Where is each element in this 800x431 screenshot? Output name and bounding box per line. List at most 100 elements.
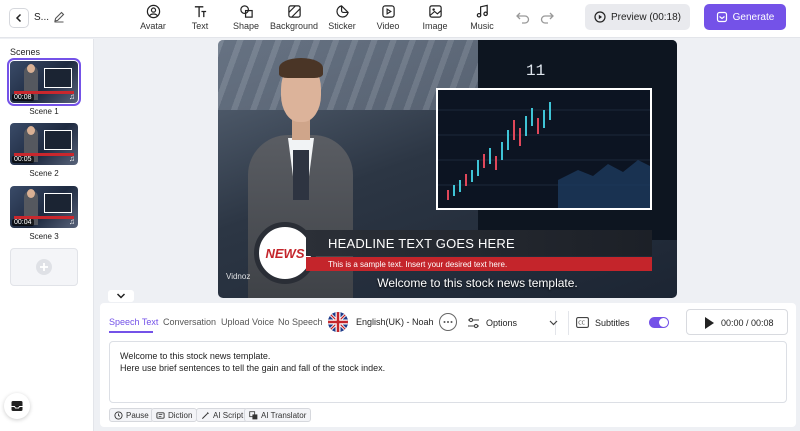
thumbnail-screen xyxy=(44,193,72,213)
scenes-sidebar: Scenes 00:08 ♫ Scene 1 00:05 ♫ Scene 2 0… xyxy=(0,39,94,431)
tool-image[interactable]: Image xyxy=(411,4,459,34)
tab-no-speech[interactable]: No Speech xyxy=(278,317,323,327)
background-icon xyxy=(287,5,301,18)
add-scene-button[interactable] xyxy=(10,248,78,286)
sliders-icon xyxy=(468,317,479,329)
tool-label: Video xyxy=(376,21,400,31)
shape-icon xyxy=(239,5,253,18)
more-dots-icon xyxy=(443,321,453,323)
subline-banner[interactable]: This is a sample text. Insert your desir… xyxy=(306,257,652,271)
generate-icon xyxy=(716,11,727,23)
tab-conversation[interactable]: Conversation xyxy=(163,317,216,327)
chip-label: Diction xyxy=(168,410,193,420)
play-circle-icon xyxy=(594,11,606,23)
more-options-button[interactable] xyxy=(439,313,457,331)
thumbnail-screen xyxy=(44,68,72,88)
tool-background[interactable]: Background xyxy=(270,4,318,34)
back-button[interactable] xyxy=(9,8,29,28)
avatar-hair xyxy=(279,58,323,78)
subtitle-caption: Welcome to this stock news template. xyxy=(377,276,578,290)
ai-script-chip[interactable]: AI Script xyxy=(196,408,249,422)
preview-button[interactable]: Preview (00:18) xyxy=(585,4,690,30)
image-icon xyxy=(428,5,442,18)
inbox-button[interactable] xyxy=(4,393,30,419)
text-icon xyxy=(194,6,206,18)
tool-label: Image xyxy=(422,21,448,31)
music-icon: ♫ xyxy=(69,154,75,163)
diction-chip[interactable]: Diction xyxy=(151,408,198,422)
tool-sticker[interactable]: Sticker xyxy=(318,4,366,34)
headline-text[interactable]: HEADLINE TEXT GOES HERE xyxy=(328,236,515,251)
sticker-icon xyxy=(335,5,349,18)
tool-video[interactable]: Video xyxy=(364,4,412,34)
scene-thumbnail-2[interactable]: 00:05 ♫ xyxy=(10,123,78,165)
plus-circle-icon xyxy=(36,259,52,275)
chevron-down-icon xyxy=(549,320,558,326)
video-canvas[interactable]: 11 NEWS HEADLINE TEXT GOES HERE This is … xyxy=(218,40,677,298)
translate-icon xyxy=(249,410,258,419)
tool-label: Background xyxy=(269,21,319,31)
project-name[interactable]: S... xyxy=(34,12,49,23)
chip-label: Pause xyxy=(126,410,149,420)
audio-preview-player[interactable]: 00:00 / 00:08 xyxy=(686,309,788,335)
tool-avatar[interactable]: Avatar xyxy=(129,4,177,34)
tool-label: Sticker xyxy=(328,21,356,31)
play-icon[interactable] xyxy=(705,317,714,329)
tool-shape[interactable]: Shape xyxy=(222,4,270,34)
magic-wand-icon xyxy=(201,411,210,419)
tool-label: Text xyxy=(191,21,209,31)
pause-chip[interactable]: Pause xyxy=(109,408,154,422)
tool-label: Shape xyxy=(232,21,260,31)
speech-script-textarea[interactable]: Welcome to this stock news template. Her… xyxy=(109,341,787,403)
subline-text[interactable]: This is a sample text. Insert your desir… xyxy=(328,260,507,269)
undo-icon[interactable] xyxy=(515,9,531,25)
closed-caption-icon: CC xyxy=(576,317,589,328)
inbox-icon xyxy=(11,401,23,411)
redo-icon[interactable] xyxy=(539,9,555,25)
video-icon xyxy=(381,5,395,18)
chip-label: AI Translator xyxy=(261,410,307,420)
scene-duration: 00:05 xyxy=(12,156,34,163)
generate-label: Generate xyxy=(732,11,775,23)
tool-music[interactable]: Music xyxy=(458,4,506,34)
subtitles-label: Subtitles xyxy=(595,318,630,328)
script-line: Here use brief sentences to tell the gai… xyxy=(120,363,386,373)
svg-text:CC: CC xyxy=(578,321,585,327)
candlestick-chart-graphic xyxy=(438,102,650,208)
tool-label: Music xyxy=(470,21,494,31)
tab-speech-text[interactable]: Speech Text xyxy=(109,317,158,327)
uk-flag-icon xyxy=(328,312,348,332)
chevron-left-icon xyxy=(15,13,22,23)
generate-button[interactable]: Generate xyxy=(704,4,786,30)
playback-time: 00:00 / 00:08 xyxy=(721,318,774,328)
voice-name: English(UK) - Noah xyxy=(356,317,434,327)
tab-upload-voice[interactable]: Upload Voice xyxy=(221,317,274,327)
script-line: Welcome to this stock news template. xyxy=(120,351,271,361)
top-toolbar: S... Avatar Text Shape Background Sticke… xyxy=(0,0,800,38)
music-icon: ♫ xyxy=(69,217,75,226)
options-label: Options xyxy=(486,318,518,328)
stock-chart-overlay[interactable] xyxy=(436,88,652,210)
diction-icon xyxy=(156,411,165,419)
ai-translator-chip[interactable]: AI Translator xyxy=(244,408,312,422)
scene-thumbnail-3[interactable]: 00:04 ♫ xyxy=(10,186,78,228)
scene-duration: 00:08 xyxy=(12,94,34,101)
avatar-sweater xyxy=(293,150,309,200)
thumbnail-avatar-head xyxy=(27,189,35,198)
collapse-panel-button[interactable] xyxy=(108,290,134,302)
subtitles-toggle[interactable] xyxy=(649,317,669,328)
headline-banner[interactable]: HEADLINE TEXT GOES HERE xyxy=(306,230,652,256)
board-number: 11 xyxy=(526,62,546,80)
scene-label: Scene 2 xyxy=(29,169,59,178)
chip-label: AI Script xyxy=(213,410,244,420)
thumbnail-screen xyxy=(44,130,72,150)
subtitles-control: CC Subtitles xyxy=(568,311,672,335)
thumbnail-avatar-head xyxy=(27,64,35,73)
scene-label: Scene 3 xyxy=(29,232,59,241)
tool-text[interactable]: Text xyxy=(176,4,224,34)
options-dropdown[interactable]: Options xyxy=(461,311,565,335)
tool-label: Avatar xyxy=(140,21,166,31)
active-tab-underline xyxy=(109,331,153,333)
edit-pencil-icon[interactable] xyxy=(52,10,66,24)
scene-thumbnail-1[interactable]: 00:08 ♫ xyxy=(7,58,81,106)
